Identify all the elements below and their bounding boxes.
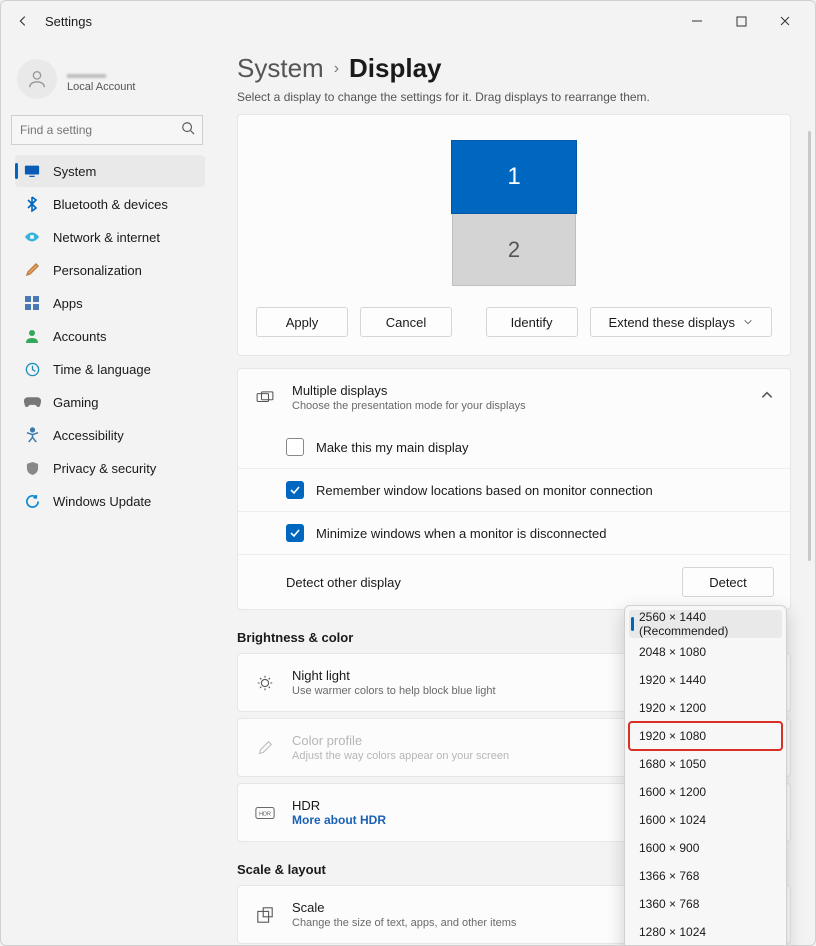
avatar-icon: [17, 59, 57, 99]
more-about-hdr-link[interactable]: More about HDR: [292, 813, 386, 827]
close-button[interactable]: [763, 7, 807, 35]
nav-label: Bluetooth & devices: [53, 197, 168, 212]
nav-item-network[interactable]: Network & internet: [15, 221, 205, 253]
resolution-option[interactable]: 1920 × 1440: [629, 666, 782, 694]
nav-label: Apps: [53, 296, 83, 311]
nav-item-apps[interactable]: Apps: [15, 287, 205, 319]
resolution-option[interactable]: 1920 × 1080: [629, 722, 782, 750]
hdr-icon: HDR: [254, 806, 276, 820]
page-title: Display: [349, 53, 442, 84]
resolution-option[interactable]: 1600 × 1024: [629, 806, 782, 834]
nav-label: Windows Update: [53, 494, 151, 509]
nav-item-gaming[interactable]: Gaming: [15, 386, 205, 418]
nav-label: Accessibility: [53, 428, 124, 443]
resolution-option[interactable]: 1280 × 1024: [629, 918, 782, 945]
resolution-dropdown[interactable]: 2560 × 1440 (Recommended)2048 × 10801920…: [624, 605, 787, 945]
chevron-up-icon: [760, 388, 774, 407]
identify-button[interactable]: Identify: [486, 307, 578, 337]
accessibility-icon: [23, 426, 41, 444]
nav-item-time[interactable]: Time & language: [15, 353, 205, 385]
account-name: ▬▬▬: [67, 66, 136, 81]
nav-item-accounts[interactable]: Accounts: [15, 320, 205, 352]
monitor-1[interactable]: 1: [451, 140, 577, 214]
chevron-right-icon: ›: [334, 60, 339, 78]
search-field[interactable]: [11, 115, 203, 145]
cancel-button[interactable]: Cancel: [360, 307, 452, 337]
detect-button[interactable]: Detect: [682, 567, 774, 597]
window-title: Settings: [45, 14, 92, 29]
apps-icon: [23, 294, 41, 312]
account-type: Local Account: [67, 81, 136, 93]
back-button[interactable]: [9, 7, 37, 35]
nav-label: Personalization: [53, 263, 142, 278]
svg-text:HDR: HDR: [259, 811, 271, 817]
accounts-icon: [23, 327, 41, 345]
nav-label: Network & internet: [53, 230, 160, 245]
nav-item-privacy[interactable]: Privacy & security: [15, 452, 205, 484]
nav-item-personalization[interactable]: Personalization: [15, 254, 205, 286]
resolution-option[interactable]: 1600 × 1200: [629, 778, 782, 806]
nav-item-accessibility[interactable]: Accessibility: [15, 419, 205, 451]
color-profile-icon: [254, 739, 276, 757]
detect-other-display-row: Detect other display Detect: [238, 554, 790, 609]
resolution-option[interactable]: 2048 × 1080: [629, 638, 782, 666]
remember-window-locations-option[interactable]: Remember window locations based on monit…: [238, 468, 790, 511]
nav-item-update[interactable]: Windows Update: [15, 485, 205, 517]
nav-label: System: [53, 164, 96, 179]
monitor-2[interactable]: 2: [452, 214, 576, 286]
bluetooth-icon: [23, 195, 41, 213]
network-icon: [23, 228, 41, 246]
nav-label: Privacy & security: [53, 461, 156, 476]
nav-label: Time & language: [53, 362, 151, 377]
nav-label: Gaming: [53, 395, 99, 410]
resolution-option[interactable]: 1920 × 1200: [629, 694, 782, 722]
time-icon: [23, 360, 41, 378]
multiple-displays-row[interactable]: Multiple displays Choose the presentatio…: [238, 369, 790, 426]
night-light-icon: [254, 674, 276, 692]
nav-item-system[interactable]: System: [15, 155, 205, 187]
apply-button[interactable]: Apply: [256, 307, 348, 337]
page-subtitle: Select a display to change the settings …: [237, 90, 791, 104]
resolution-option[interactable]: 1366 × 768: [629, 862, 782, 890]
breadcrumb-parent[interactable]: System: [237, 53, 324, 84]
resolution-option[interactable]: 1600 × 900: [629, 834, 782, 862]
make-main-display-option[interactable]: Make this my main display: [238, 426, 790, 468]
checkbox-checked-icon[interactable]: [286, 481, 304, 499]
minimize-button[interactable]: [675, 7, 719, 35]
system-icon: [23, 162, 41, 180]
update-icon: [23, 492, 41, 510]
scale-icon: [254, 906, 276, 924]
resolution-option[interactable]: 1360 × 768: [629, 890, 782, 918]
display-mode-dropdown[interactable]: Extend these displays: [590, 307, 772, 337]
minimize-windows-option[interactable]: Minimize windows when a monitor is disco…: [238, 511, 790, 554]
resolution-option[interactable]: 1680 × 1050: [629, 750, 782, 778]
multiple-displays-icon: [254, 391, 276, 405]
nav-item-bluetooth[interactable]: Bluetooth & devices: [15, 188, 205, 220]
maximize-button[interactable]: [719, 7, 763, 35]
checkbox-checked-icon[interactable]: [286, 524, 304, 542]
nav-label: Accounts: [53, 329, 106, 344]
account-block[interactable]: ▬▬▬ Local Account: [17, 59, 209, 99]
personalization-icon: [23, 261, 41, 279]
gaming-icon: [23, 393, 41, 411]
search-icon: [181, 121, 195, 140]
search-input[interactable]: [11, 115, 203, 145]
checkbox-unchecked-icon[interactable]: [286, 438, 304, 456]
scrollbar[interactable]: [808, 131, 811, 561]
resolution-option[interactable]: 2560 × 1440 (Recommended): [629, 610, 782, 638]
privacy-icon: [23, 459, 41, 477]
